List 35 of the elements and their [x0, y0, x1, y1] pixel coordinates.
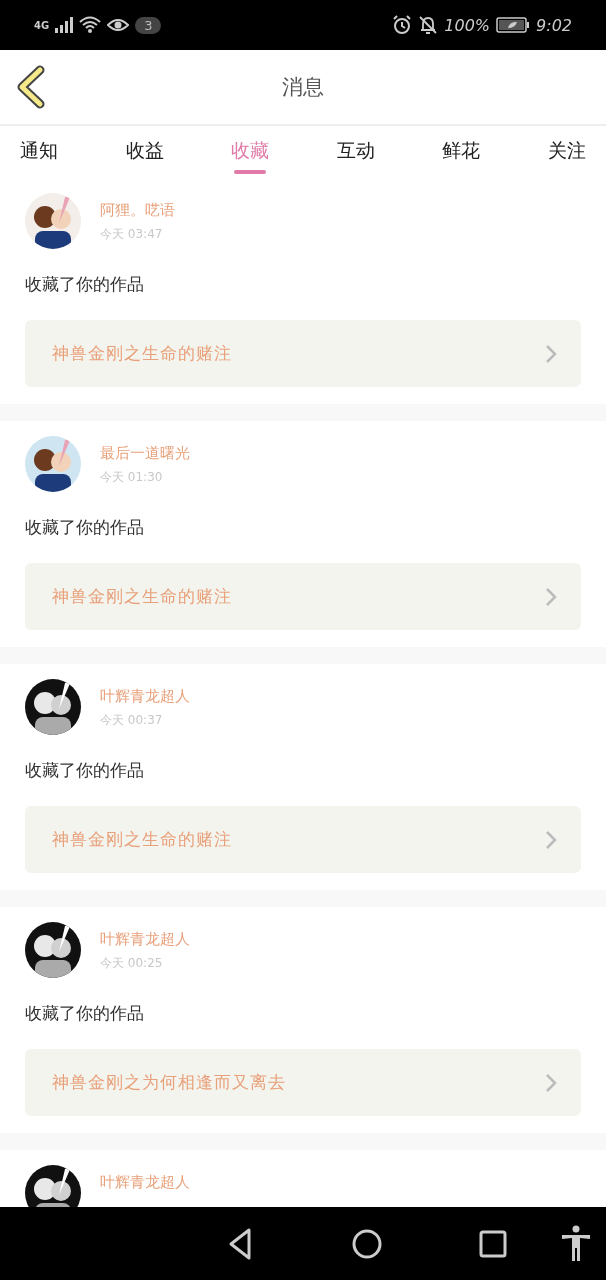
- eye-icon: [107, 17, 130, 33]
- alarm-icon: [392, 15, 413, 35]
- chevron-right-icon: [545, 586, 557, 607]
- back-icon[interactable]: [16, 65, 46, 109]
- battery-icon: [496, 17, 531, 33]
- work-link-card[interactable]: 神兽金刚之生命的赌注: [25, 806, 581, 873]
- tab[interactable]: 鲜花: [442, 126, 481, 178]
- work-link-card[interactable]: 神兽金刚之生命的赌注: [25, 320, 581, 387]
- tab[interactable]: 互动: [336, 126, 375, 178]
- tab[interactable]: 收藏: [231, 126, 270, 178]
- message-text: 收藏了你的作品: [25, 273, 145, 296]
- chevron-right-icon: [545, 343, 557, 364]
- message-text: 收藏了你的作品: [25, 759, 145, 782]
- battery-percent: 100%: [444, 15, 491, 35]
- wifi-icon: [79, 16, 102, 34]
- bell-off-icon: [418, 15, 439, 35]
- message-text: 收藏了你的作品: [25, 516, 145, 539]
- user-name[interactable]: 最后一道曙光: [100, 444, 190, 463]
- signal-icon: [55, 17, 74, 33]
- chevron-right-icon: [545, 1072, 557, 1093]
- clock-time: 9:02: [536, 15, 572, 35]
- message-text: 收藏了你的作品: [25, 1002, 145, 1025]
- network-type: 4G: [34, 19, 50, 31]
- user-name[interactable]: 叶辉青龙超人: [100, 687, 190, 706]
- notification-count: 3: [135, 16, 162, 34]
- user-name[interactable]: 叶辉青龙超人: [100, 1173, 190, 1192]
- tab[interactable]: 通知: [20, 126, 58, 178]
- page-title: 消息: [281, 74, 325, 101]
- tab[interactable]: 关注: [547, 126, 586, 178]
- work-link-card[interactable]: 神兽金刚之为何相逢而又离去: [25, 1049, 581, 1116]
- user-name[interactable]: 叶辉青龙超人: [100, 930, 190, 949]
- work-link-card[interactable]: 神兽金刚之生命的赌注: [25, 563, 581, 630]
- tab[interactable]: 收益: [125, 126, 164, 178]
- chevron-right-icon: [545, 829, 557, 850]
- user-name[interactable]: 阿狸。呓语: [100, 201, 175, 220]
